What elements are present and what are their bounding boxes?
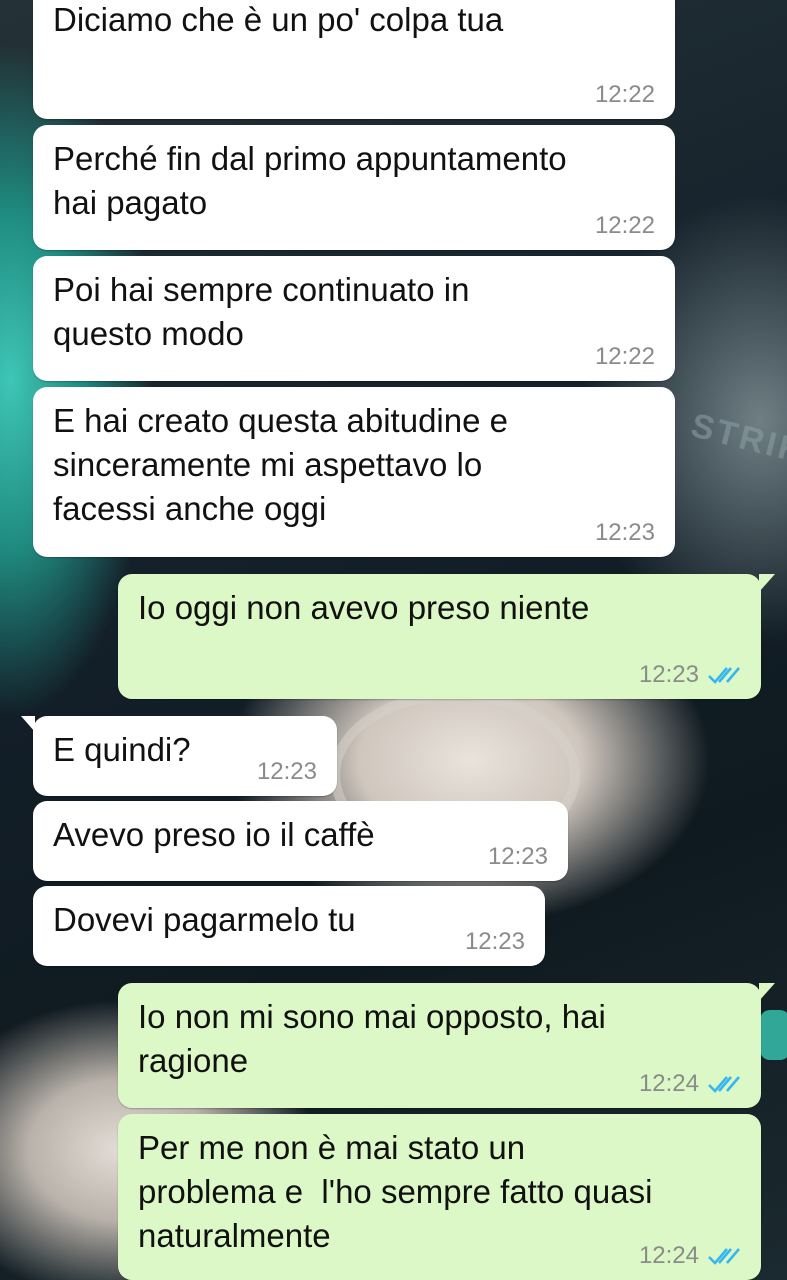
- message-text: Avevo preso io il caffè: [53, 816, 375, 853]
- message-time: 12:22: [594, 81, 655, 108]
- message-bubble-outgoing[interactable]: Io non mi sono mai opposto, hai ragione …: [118, 983, 775, 1108]
- message-text: Per me non è mai stato un problema e l'h…: [138, 1129, 653, 1254]
- message-time: 12:24: [638, 1070, 699, 1097]
- message-text: Dovevi pagarmelo tu: [53, 901, 356, 938]
- message-time: 12:22: [594, 343, 655, 370]
- message-time: 12:22: [594, 212, 655, 239]
- message-time: 12:23: [638, 661, 699, 688]
- message-bubble-incoming[interactable]: Dovevi pagarmelo tu 12:23: [33, 886, 545, 966]
- message-bubble-incoming[interactable]: E hai creato questa abitudine e sinceram…: [33, 387, 675, 557]
- message-time: 12:23: [487, 843, 548, 870]
- message-bubble-incoming[interactable]: Avevo preso io il caffè 12:23: [33, 801, 568, 881]
- chat-thread[interactable]: Diciamo che è un po' colpa tua 12:22 Per…: [0, 0, 787, 1280]
- message-time: 12:24: [638, 1242, 699, 1269]
- message-text: Perché fin dal primo appuntamento hai pa…: [53, 140, 567, 221]
- message-time: 12:23: [256, 758, 317, 785]
- message-bubble-outgoing[interactable]: Per me non è mai stato un problema e l'h…: [118, 1114, 761, 1280]
- bubble-tail: [759, 983, 775, 1001]
- message-text: Diciamo che è un po' colpa tua: [53, 1, 504, 38]
- bubble-tail: [759, 574, 775, 592]
- message-time: 12:23: [464, 928, 525, 955]
- message-time: 12:23: [594, 519, 655, 546]
- message-bubble-incoming[interactable]: Diciamo che è un po' colpa tua 12:22: [33, 0, 675, 119]
- message-text: Io oggi non avevo preso niente: [138, 589, 590, 626]
- read-receipt-icon: [708, 667, 740, 684]
- message-bubble-incoming[interactable]: Poi hai sempre continuato in questo modo…: [33, 256, 675, 381]
- message-bubble-incoming[interactable]: Perché fin dal primo appuntamento hai pa…: [33, 125, 675, 250]
- bubble-tail: [21, 716, 35, 732]
- read-receipt-icon: [708, 1076, 740, 1093]
- message-text: E hai creato questa abitudine e sinceram…: [53, 402, 508, 527]
- message-bubble-outgoing[interactable]: Io oggi non avevo preso niente 12:23: [118, 574, 775, 699]
- message-bubble-incoming[interactable]: E quindi? 12:23: [21, 716, 337, 796]
- message-text: Poi hai sempre continuato in questo modo: [53, 271, 470, 352]
- read-receipt-icon: [708, 1248, 740, 1265]
